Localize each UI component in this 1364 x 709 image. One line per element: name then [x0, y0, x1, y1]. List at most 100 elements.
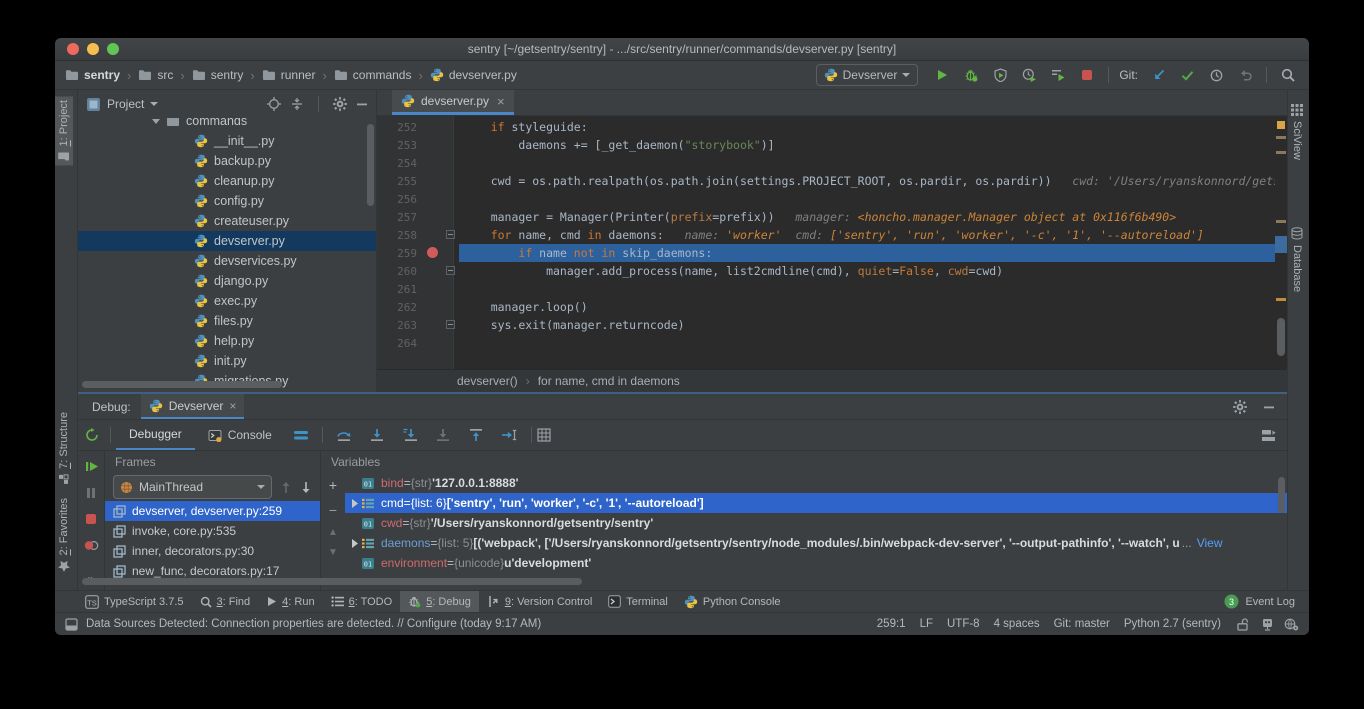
event-log-button[interactable]: 3Event Log [1224, 594, 1295, 609]
layout-bars-icon[interactable] [293, 429, 309, 441]
breadcrumb-item-devserver.py[interactable]: devserver.py [428, 67, 519, 83]
breadcrumb-item-sentry[interactable]: sentry [63, 67, 122, 83]
code-line-255[interactable]: 255 cwd = os.path.realpath(os.path.join(… [377, 172, 1275, 190]
step-over-button[interactable] [336, 428, 352, 442]
fold-marker-icon[interactable] [446, 320, 455, 329]
run-button[interactable] [929, 64, 955, 86]
breadcrumb-item-commands[interactable]: commands [332, 67, 414, 83]
tree-item-createuser.py[interactable]: createuser.py [78, 211, 376, 231]
code-line-260[interactable]: 260 manager.add_process(name, list2cmdli… [377, 262, 1275, 280]
frame-item[interactable]: inner, decorators.py:30 [105, 541, 320, 561]
breadcrumb-item-runner[interactable]: runner [260, 67, 318, 83]
toolwindow-button-todo[interactable]: 6: TODO [323, 591, 401, 612]
code-line-259[interactable]: 259 if name not in skip_daemons: [377, 244, 1275, 262]
line-separator[interactable]: LF [920, 618, 933, 630]
breadcrumb-function[interactable]: devserver() [457, 374, 518, 388]
run-to-cursor-button[interactable] [501, 428, 518, 442]
toolwindow-button-debug[interactable]: 5: Debug [400, 591, 479, 612]
git-branch[interactable]: Git: master [1054, 618, 1110, 630]
view-value-link[interactable]: View [1197, 536, 1223, 550]
coverage-button[interactable] [987, 64, 1013, 86]
project-settings-gear-icon[interactable] [333, 97, 347, 111]
fullscreen-window-button[interactable] [107, 43, 119, 55]
tab-debugger[interactable]: Debugger [116, 420, 195, 450]
rerun-button[interactable] [78, 428, 105, 442]
toolwindow-button-version-control[interactable]: 9: Version Control [479, 591, 600, 612]
move-down-button[interactable]: ▼ [328, 547, 338, 558]
code-area[interactable]: 252 if styleguide:253 daemons += [_get_d… [377, 116, 1287, 369]
inspections-widget-icon[interactable] [1261, 618, 1274, 631]
pause-button[interactable] [85, 487, 97, 499]
python-interpreter[interactable]: Python 2.7 (sentry) [1124, 618, 1221, 630]
toolwindow-button-terminal[interactable]: Terminal [600, 591, 676, 612]
status-message[interactable]: Data Sources Detected: Connection proper… [86, 618, 541, 630]
variable-row-bind[interactable]: 01bind = {str} '127.0.0.1:8888' [345, 473, 1287, 493]
tree-item-django.py[interactable]: django.py [78, 271, 376, 291]
variable-row-cwd[interactable]: 01cwd = {str} '/Users/ryanskonnord/getse… [345, 513, 1287, 533]
previous-frame-button[interactable] [280, 481, 292, 494]
tree-item-config.py[interactable]: config.py [78, 191, 376, 211]
hide-debug-panel-button[interactable] [1263, 401, 1275, 413]
step-into-my-code-button[interactable] [435, 428, 451, 442]
remove-watch-button[interactable]: − [329, 502, 337, 518]
view-breakpoints-button[interactable] [84, 539, 99, 552]
move-up-button[interactable]: ▲ [328, 527, 338, 538]
breadcrumb-item-src[interactable]: src [136, 67, 175, 83]
close-tab-icon[interactable]: × [497, 94, 505, 109]
editor-tab-devserver[interactable]: devserver.py × [392, 90, 514, 115]
tab-console[interactable]: Console [195, 420, 285, 450]
thread-selector[interactable]: MainThread [113, 475, 272, 499]
concurrency-button[interactable] [1045, 64, 1071, 86]
code-line-256[interactable]: 256 [377, 190, 1275, 208]
profile-button[interactable] [1016, 64, 1042, 86]
resume-button[interactable] [85, 460, 98, 473]
update-project-button[interactable] [1145, 64, 1171, 86]
frame-item[interactable]: devserver, devserver.py:259 [105, 501, 320, 521]
close-session-icon[interactable]: × [229, 399, 236, 413]
debug-settings-gear-icon[interactable] [1233, 400, 1247, 414]
code-line-258[interactable]: 258 for name, cmd in daemons: name: 'wor… [377, 226, 1275, 244]
tree-item-init.py[interactable]: init.py [78, 351, 376, 371]
inspections-profile-icon[interactable] [1284, 618, 1299, 631]
fold-marker-icon[interactable] [446, 230, 455, 239]
toolwindow-button-find[interactable]: 3: Find [192, 591, 259, 612]
caret-position[interactable]: 259:1 [877, 618, 906, 630]
restore-layout-button[interactable] [1261, 429, 1287, 442]
titlebar[interactable]: sentry [~/getsentry/sentry] - .../src/se… [55, 38, 1309, 61]
unlock-icon[interactable] [1237, 618, 1251, 631]
expand-arrow-icon[interactable] [349, 499, 361, 508]
breadcrumb-statement[interactable]: for name, cmd in daemons [538, 374, 680, 388]
tree-item-devserver.py[interactable]: devserver.py [78, 231, 376, 251]
code-line-264[interactable]: 264 [377, 334, 1275, 352]
code-line-257[interactable]: 257 manager = Manager(Printer(prefix=pre… [377, 208, 1275, 226]
project-horizontal-scrollbar[interactable] [82, 381, 282, 388]
tool-strip-button-project[interactable]: 1: Project [55, 96, 73, 165]
code-line-262[interactable]: 262 manager.loop() [377, 298, 1275, 316]
stop-button[interactable] [85, 513, 97, 525]
debug-horizontal-scrollbar[interactable] [82, 578, 582, 585]
git-history-button[interactable] [1203, 64, 1229, 86]
code-line-253[interactable]: 253 daemons += [_get_daemon("storybook")… [377, 136, 1275, 154]
toolwindow-button-typescript-3-7-5[interactable]: TSTypeScript 3.7.5 [77, 591, 192, 612]
evaluate-expression-button[interactable] [537, 428, 551, 442]
next-frame-button[interactable] [300, 481, 312, 494]
project-view-selector[interactable]: Project [107, 97, 158, 111]
add-watch-button[interactable]: + [329, 477, 337, 493]
variable-row-daemons[interactable]: daemons = {list: 5} [('webpack', ['/User… [345, 533, 1287, 553]
run-configuration-select[interactable]: Devserver [816, 64, 919, 86]
tree-item-exec.py[interactable]: exec.py [78, 291, 376, 311]
hide-panel-button[interactable] [356, 98, 368, 110]
variable-row-environment[interactable]: 01environment = {unicode} u'development' [345, 553, 1287, 573]
step-out-button[interactable] [468, 428, 484, 442]
tree-item-commands[interactable]: commands [78, 118, 376, 131]
code-line-254[interactable]: 254 [377, 154, 1275, 172]
step-into-button[interactable] [369, 428, 385, 442]
tree-item-devservices.py[interactable]: devservices.py [78, 251, 376, 271]
breadcrumb-item-sentry[interactable]: sentry [190, 67, 246, 83]
expanded-caret-icon[interactable] [152, 119, 160, 124]
search-everywhere-button[interactable] [1275, 64, 1301, 86]
select-opened-file-button[interactable] [267, 97, 281, 111]
tool-window-switcher-icon[interactable] [65, 618, 78, 631]
file-encoding[interactable]: UTF-8 [947, 618, 980, 630]
stop-button[interactable] [1074, 64, 1100, 86]
